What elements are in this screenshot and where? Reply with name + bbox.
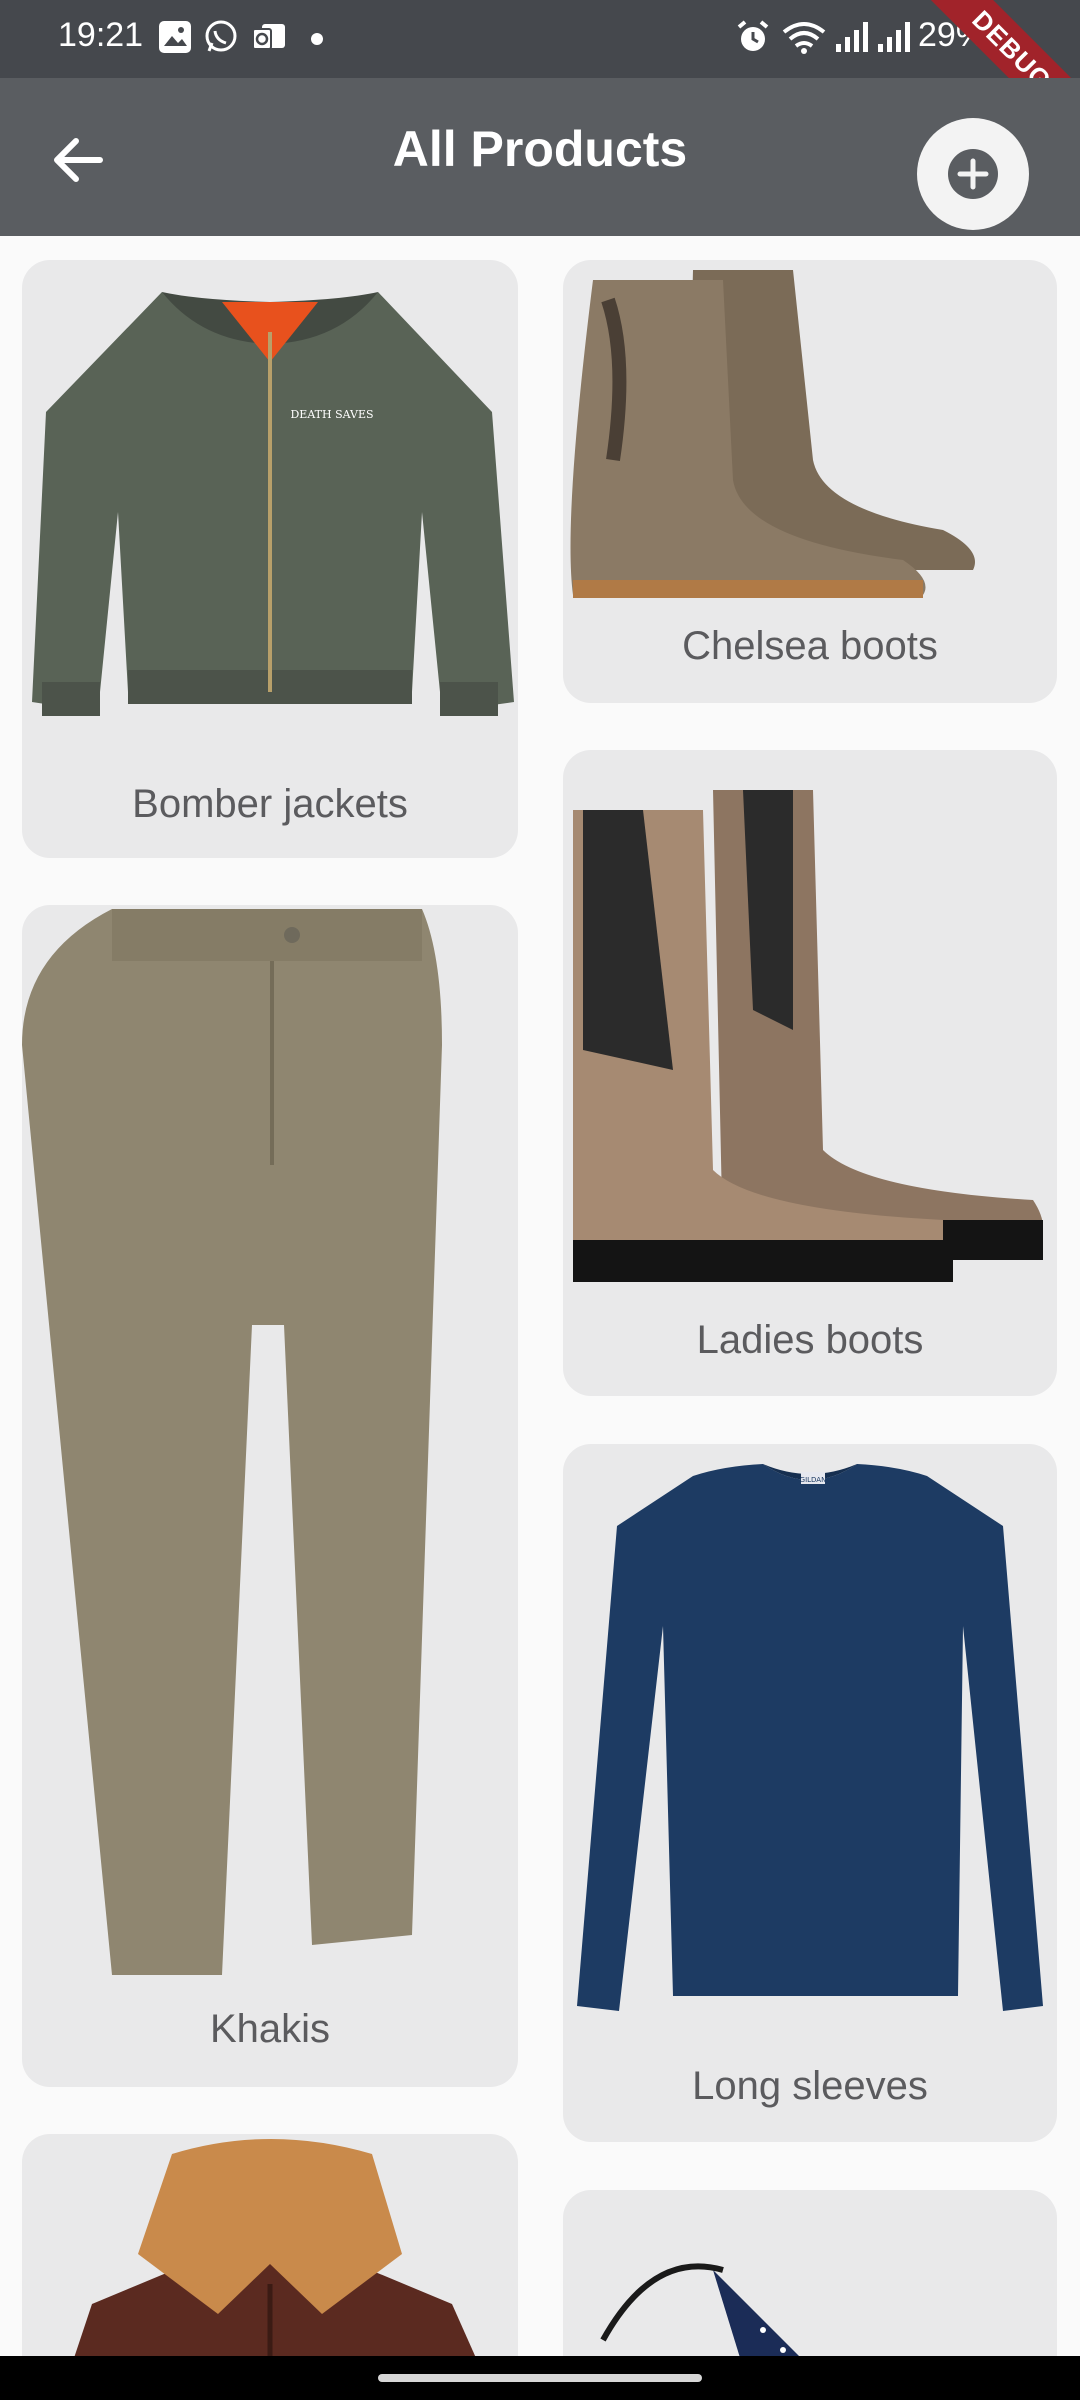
add-circle-icon xyxy=(948,149,998,199)
home-gesture-handle[interactable] xyxy=(378,2374,702,2382)
wifi-icon xyxy=(782,22,826,54)
product-name: Bomber jackets xyxy=(132,782,408,826)
image-icon xyxy=(159,21,191,53)
product-image: GILDAN xyxy=(577,1464,1043,2011)
system-navigation-bar xyxy=(0,2356,1080,2400)
status-bar: 19:21 29% xyxy=(0,0,1080,78)
product-card[interactable]: Ladies boots xyxy=(563,750,1057,1396)
status-time: 19:21 xyxy=(58,16,144,54)
product-card[interactable]: DEATH SAVES Bomber jackets xyxy=(22,260,518,858)
product-name: Chelsea boots xyxy=(682,624,938,668)
product-image xyxy=(570,270,975,598)
product-image xyxy=(22,909,442,1975)
outlook-icon xyxy=(252,24,285,50)
product-name: Ladies boots xyxy=(696,1318,924,1362)
product-image xyxy=(573,790,1043,1282)
signal-icon xyxy=(836,22,868,52)
dot-icon xyxy=(311,33,323,45)
product-image: DEATH SAVES xyxy=(32,292,514,716)
product-card[interactable]: Chelsea boots xyxy=(563,260,1057,703)
signal-icon xyxy=(878,22,910,52)
product-name: Long sleeves xyxy=(692,2064,928,2108)
product-card[interactable]: Khakis xyxy=(22,905,518,2087)
shirt-tag: GILDAN xyxy=(800,1476,827,1484)
product-card[interactable]: GILDAN Long sleeves xyxy=(563,1444,1057,2142)
product-card[interactable] xyxy=(22,2134,518,2394)
product-name: Khakis xyxy=(209,2007,331,2051)
alarm-icon xyxy=(737,20,769,51)
whatsapp-icon xyxy=(205,20,237,52)
app-bar: All Products xyxy=(0,78,1080,236)
jacket-print: DEATH SAVES xyxy=(290,408,373,421)
product-image xyxy=(62,2139,492,2394)
add-product-button[interactable] xyxy=(917,118,1029,230)
